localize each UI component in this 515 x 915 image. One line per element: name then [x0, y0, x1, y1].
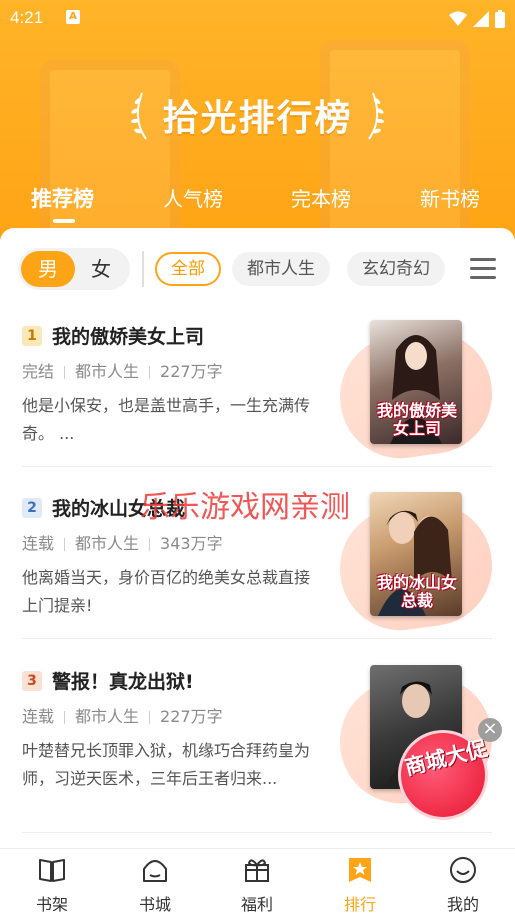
- book-meta: 完结 都市人生 227万字: [22, 358, 223, 382]
- nav-welfare[interactable]: 福利: [217, 855, 297, 915]
- nav-profile[interactable]: 我的: [423, 855, 503, 915]
- title-wrap: 拾光排行榜: [0, 80, 515, 150]
- menu-line: [470, 267, 496, 270]
- book-list-item[interactable]: 1 我的傲娇美女上司 完结 都市人生 227万字 他是小保安，也是盖世高手，一生充满…: [0, 320, 515, 494]
- book-status: 完结: [22, 362, 55, 381]
- book-genre: 都市人生: [75, 534, 140, 553]
- watermark-text: 乐乐游戏网亲测: [140, 490, 350, 525]
- book-description: 叶楚替兄长顶罪入狱，机缘巧合拜药皇为师，习逆天医术，三年后王者归来...: [22, 741, 311, 788]
- menu-line: [470, 276, 496, 279]
- book-words: 343万字: [160, 534, 223, 553]
- profile-icon: [450, 857, 476, 883]
- signal-icon: [473, 11, 489, 27]
- gift-icon: [245, 859, 269, 882]
- category-chip-urban[interactable]: 都市人生: [232, 252, 330, 286]
- book-meta: 连载 都市人生 343万字: [22, 530, 223, 554]
- book-title: 我的傲娇美女上司: [52, 326, 205, 348]
- status-icons: [449, 10, 505, 28]
- book-status: 连载: [22, 707, 55, 726]
- category-chip-all[interactable]: 全部: [155, 252, 221, 286]
- category-chip-fantasy[interactable]: 玄幻奇幻: [347, 252, 445, 286]
- nav-bookshelf[interactable]: 书架: [12, 855, 92, 915]
- menu-line: [470, 258, 496, 261]
- book-cover[interactable]: 我的傲娇美女上司: [370, 320, 462, 444]
- cover-title: 我的傲娇美女上司: [376, 401, 457, 438]
- nav-label: 我的: [446, 895, 479, 914]
- gender-toggle: 男 女: [18, 248, 130, 290]
- ranking-header: 4:21 A 拾光排行榜 推荐榜 人气榜 完本榜 新书榜: [0, 0, 515, 240]
- laurel-right-icon: [367, 92, 384, 140]
- gender-male-button[interactable]: 男: [21, 251, 75, 287]
- book-title: 警报！真龙出狱!: [52, 671, 194, 693]
- cover-title: 我的冰山女总裁: [376, 573, 457, 610]
- nav-bookstore[interactable]: 书城: [115, 855, 195, 915]
- battery-icon: [495, 10, 505, 28]
- book-genre: 都市人生: [75, 362, 140, 381]
- rank-badge: 1: [22, 326, 42, 346]
- filter-divider: [142, 251, 144, 287]
- nav-label: 福利: [240, 895, 273, 914]
- gender-female-button[interactable]: 女: [74, 251, 128, 287]
- rank-badge: 3: [22, 671, 42, 691]
- nav-label: 书城: [138, 895, 171, 914]
- list-separator: [22, 638, 492, 639]
- nav-label: 书架: [35, 895, 68, 914]
- page-title: 拾光排行榜: [162, 98, 353, 139]
- bookstore-icon: [143, 860, 167, 882]
- bookshelf-icon: [39, 859, 65, 882]
- tab-recommended[interactable]: 推荐榜: [31, 183, 94, 213]
- nav-label: 排行: [343, 895, 376, 914]
- category-menu-button[interactable]: [470, 258, 496, 280]
- nav-ranking[interactable]: 排行: [320, 855, 400, 915]
- promo-floating-badge[interactable]: 商城大促 ×: [398, 718, 502, 820]
- book-description: 他离婚当天，身价百亿的绝美女总裁直接上门提亲!: [22, 568, 311, 615]
- list-separator: [22, 832, 492, 833]
- ranking-tabs: 推荐榜 人气榜 完本榜 新书榜: [0, 183, 515, 223]
- status-time: 4:21: [10, 8, 44, 27]
- book-cover[interactable]: 我的冰山女总裁: [370, 492, 462, 616]
- book-genre: 都市人生: [75, 707, 140, 726]
- bottom-navigation: 书架 书城 福利 排行 我的: [0, 848, 515, 915]
- status-bar: 4:21 A: [0, 0, 515, 36]
- close-icon[interactable]: ×: [478, 718, 502, 742]
- book-words: 227万字: [160, 362, 223, 381]
- tab-completed[interactable]: 完本榜: [291, 183, 351, 212]
- filter-row: 男 女 全部 都市人生 玄幻奇幻: [0, 248, 515, 292]
- list-separator: [22, 466, 492, 467]
- active-tab-indicator: [53, 219, 75, 223]
- ranking-icon: [349, 858, 371, 882]
- tab-new-books[interactable]: 新书榜: [420, 183, 480, 212]
- book-description: 他是小保安，也是盖世高手，一生充满传奇。 ...: [22, 396, 311, 443]
- wifi-icon: [449, 11, 467, 26]
- book-status: 连载: [22, 534, 55, 553]
- book-words: 227万字: [160, 707, 223, 726]
- rank-badge: 2: [22, 498, 42, 518]
- laurel-left-icon: [131, 92, 148, 140]
- tab-popular[interactable]: 人气榜: [163, 183, 223, 212]
- book-meta: 连载 都市人生 227万字: [22, 703, 223, 727]
- notification-a-icon: A: [66, 10, 80, 24]
